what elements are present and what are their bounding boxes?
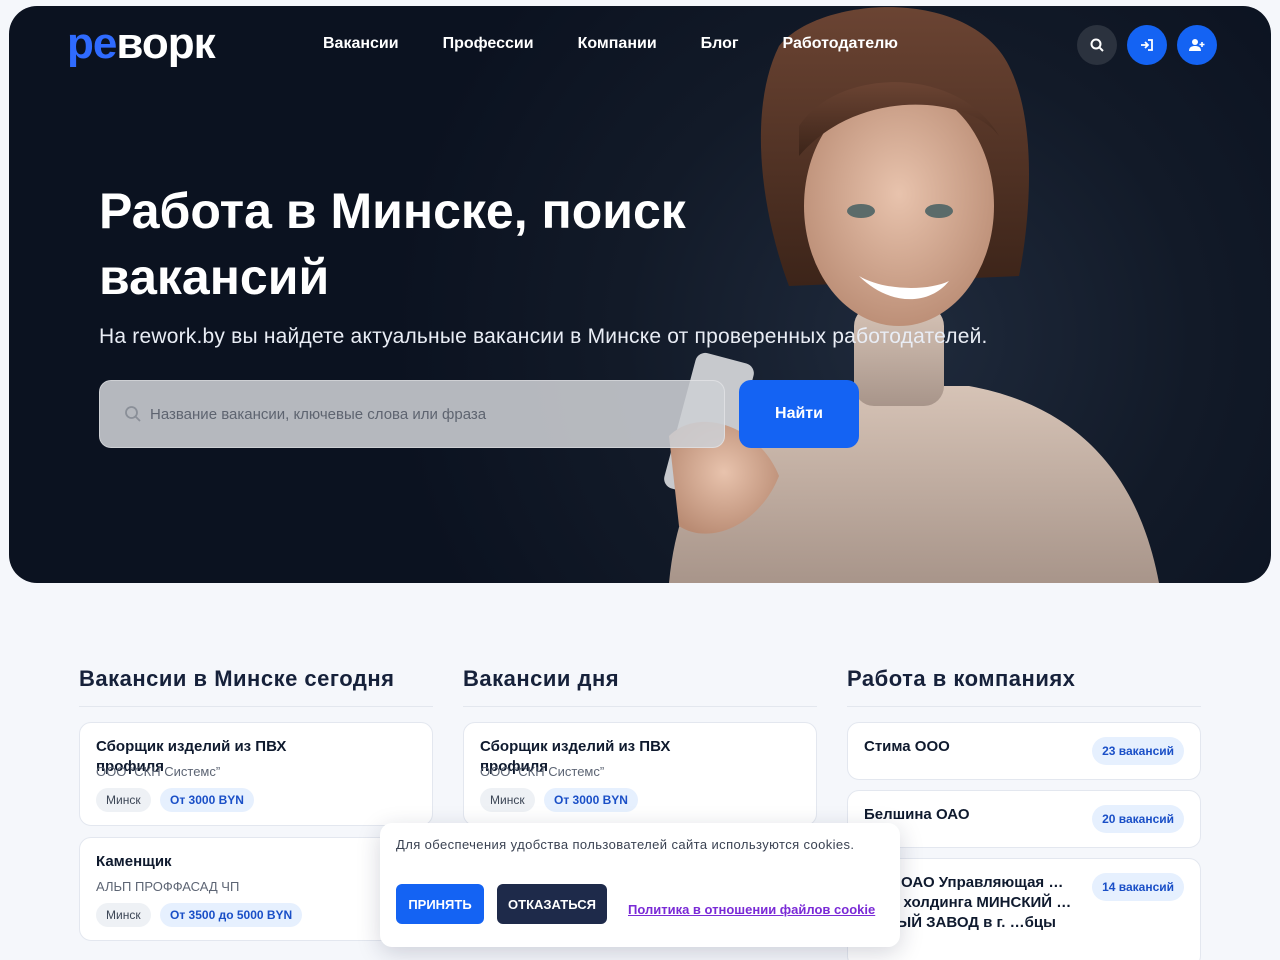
hero-section: реворк Вакансии Профессии Компании Блог …: [9, 6, 1271, 583]
search-input[interactable]: [150, 381, 710, 447]
vacancy-card[interactable]: Сборщик изделий из ПВХ профиля ООО “СКН …: [79, 722, 433, 826]
accept-cookies-button[interactable]: ПРИНЯТЬ: [396, 884, 484, 924]
site-header: реворк Вакансии Профессии Компании Блог …: [9, 6, 1271, 86]
city-tag: Минск: [96, 788, 151, 812]
search-icon: [1090, 38, 1104, 52]
cookie-policy-link[interactable]: Политика в отношении файлов cookie: [628, 902, 875, 917]
search-icon: [125, 406, 141, 422]
section-title: Вакансии в Минске сегодня: [79, 660, 433, 707]
main-nav: Вакансии Профессии Компании Блог Работод…: [323, 32, 898, 56]
vacancy-card[interactable]: Сборщик изделий из ПВХ профиля ООО “СКН …: [463, 722, 817, 826]
salary-tag: От 3500 до 5000 BYN: [160, 903, 303, 927]
salary-tag: От 3000 BYN: [544, 788, 638, 812]
cookie-text: Для обеспечения удобства пользователей с…: [396, 837, 855, 852]
login-button[interactable]: [1127, 25, 1167, 65]
vacancy-company: ООО “СКН Системс”: [96, 764, 221, 779]
section-title: Работа в компаниях: [847, 660, 1201, 707]
section-title: Вакансии дня: [463, 660, 817, 707]
vacancy-company: ООО “СКН Системс”: [480, 764, 605, 779]
register-button[interactable]: [1177, 25, 1217, 65]
hero-title: Работа в Минске, поиск вакансий: [99, 183, 686, 305]
find-button[interactable]: Найти: [739, 380, 859, 448]
header-search-button[interactable]: [1077, 25, 1117, 65]
logo-part2: ворк: [116, 19, 215, 68]
nav-companies[interactable]: Компании: [578, 32, 657, 56]
vacancy-company: АЛЬП ПРОФФАСАД ЧП: [96, 879, 240, 894]
nav-vacancies[interactable]: Вакансии: [323, 32, 399, 56]
decline-cookies-button[interactable]: ОТКАЗАТЬСЯ: [497, 884, 607, 924]
sign-in-icon: [1141, 39, 1153, 51]
city-tag: Минск: [96, 903, 151, 927]
company-card[interactable]: Стима ООО 23 вакансий: [847, 722, 1201, 780]
city-tag: Минск: [480, 788, 535, 812]
vacancy-count-badge: 23 вакансий: [1092, 737, 1184, 765]
nav-employer[interactable]: Работодателю: [783, 32, 898, 56]
vacancy-count-badge: 14 вакансий: [1092, 873, 1184, 901]
salary-tag: От 3000 BYN: [160, 788, 254, 812]
logo[interactable]: реворк: [67, 19, 216, 69]
company-name: Стима ООО: [864, 738, 950, 755]
nav-professions[interactable]: Профессии: [443, 32, 534, 56]
cookie-banner: Для обеспечения удобства пользователей с…: [380, 823, 900, 947]
companies-section: Работа в компаниях Стима ООО 23 вакансий…: [847, 660, 1201, 960]
search-field[interactable]: [99, 380, 725, 448]
logo-part1: ре: [67, 19, 117, 68]
vacancy-count-badge: 20 вакансий: [1092, 805, 1184, 833]
hero-subtitle: На rework.by вы найдете актуальные вакан…: [99, 325, 988, 348]
vacancy-title: Каменщик: [96, 853, 172, 870]
nav-blog[interactable]: Блог: [701, 32, 739, 56]
company-name: Белшина ОАО: [864, 806, 970, 823]
user-plus-icon: [1189, 39, 1205, 51]
today-vacancies-section: Вакансии в Минске сегодня Сборщик издели…: [79, 660, 433, 941]
company-card[interactable]: …ал ОАО Управляющая …ания холдинга МИНСК…: [847, 858, 1201, 960]
company-card[interactable]: Белшина ОАО 20 вакансий: [847, 790, 1201, 848]
day-vacancies-section: Вакансии дня Сборщик изделий из ПВХ проф…: [463, 660, 817, 826]
